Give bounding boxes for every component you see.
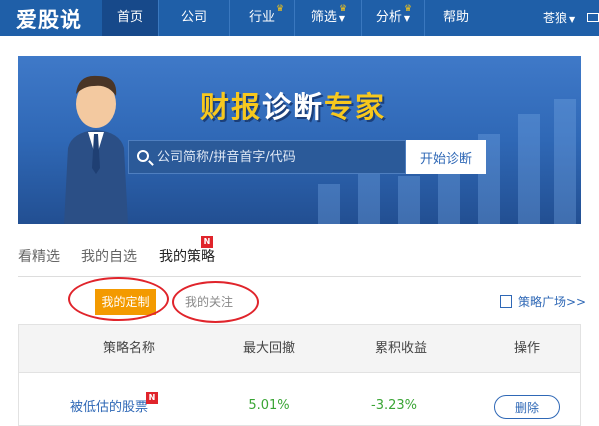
- tab-label: 我的策略: [159, 249, 215, 265]
- chevron-down-icon: ▼: [403, 14, 411, 23]
- banner-title: 财报诊断专家: [200, 84, 386, 126]
- nav-item-label: 行业: [248, 10, 275, 25]
- username: 苍狼: [543, 11, 568, 25]
- plaza-label: 策略广场>>: [518, 295, 587, 309]
- banner-bar: [398, 176, 420, 224]
- table-header: 策略名称 最大回撤 累积收益 操作: [19, 325, 580, 373]
- start-diagnosis-button[interactable]: 开始诊断: [406, 140, 486, 174]
- user-menu[interactable]: 苍狼 ▼: [543, 0, 575, 38]
- top-nav: 爱股说 首页 公司 行业 ♛ 筛选 ▼ ♛ 分析 ▼ ♛ 帮助 苍狼 ▼: [0, 0, 599, 36]
- strategy-name-link[interactable]: 被低估的股票: [59, 398, 159, 418]
- strategy-table: 策略名称 最大回撤 累积收益 操作 被低估的股票 N 5.01% -3.23% …: [18, 324, 581, 426]
- search-icon: [137, 150, 149, 162]
- nav-item-help[interactable]: 帮助: [425, 0, 487, 36]
- new-badge: N: [146, 392, 158, 404]
- diagnosis-banner: 财报诊断专家 开始诊断: [18, 56, 581, 224]
- crown-icon: ♛: [339, 4, 348, 14]
- nav-item-company[interactable]: 公司: [159, 0, 229, 36]
- column-header: 操作: [513, 341, 540, 356]
- banner-title-part: 诊断: [262, 90, 325, 124]
- nav-item-analysis[interactable]: 分析 ▼ ♛: [362, 0, 424, 36]
- nav-item-label: 帮助: [442, 10, 469, 25]
- crown-icon: ♛: [276, 4, 285, 14]
- banner-bar: [318, 184, 340, 224]
- nav-item-home[interactable]: 首页: [102, 0, 158, 36]
- nav-item-filter[interactable]: 筛选 ▼ ♛: [295, 0, 361, 36]
- chevron-down-icon: ▼: [338, 14, 346, 23]
- search-box: [128, 140, 406, 174]
- red-circle-annotation: [68, 277, 169, 321]
- tab-my-strategies[interactable]: 我的策略: [159, 247, 215, 267]
- tab-featured[interactable]: 看精选: [18, 247, 60, 267]
- banner-title-part: 专家: [324, 90, 387, 124]
- nav-item-label: 首页: [116, 10, 143, 25]
- crown-icon: ♛: [404, 4, 413, 14]
- delete-button[interactable]: 删除: [494, 395, 560, 419]
- column-header: 最大回撤: [242, 341, 295, 356]
- site-logo[interactable]: 爱股说: [16, 4, 82, 34]
- strategy-plaza-link[interactable]: 策略广场>>: [500, 294, 586, 310]
- new-badge: N: [201, 236, 213, 248]
- tab-my-watchlist[interactable]: 我的自选: [81, 247, 137, 267]
- nav-item-label: 分析: [375, 10, 402, 25]
- banner-bar: [358, 169, 380, 224]
- red-circle-annotation: [172, 281, 259, 323]
- search-input[interactable]: [157, 141, 402, 173]
- column-header: 累积收益: [374, 341, 427, 356]
- banner-title-part: 财报: [200, 90, 263, 124]
- nav-item-label: 筛选: [310, 10, 337, 25]
- banner-bar: [554, 99, 576, 224]
- strategy-tabs: 看精选 我的自选 我的策略 N: [18, 236, 581, 277]
- nav-item-industry[interactable]: 行业 ♛: [230, 0, 294, 36]
- businessman-illustration: [64, 75, 128, 224]
- mail-icon[interactable]: [587, 13, 599, 22]
- max-drawdown-value: 5.01%: [248, 398, 290, 413]
- list-icon: [500, 295, 512, 308]
- column-header: 策略名称: [102, 341, 155, 356]
- banner-bar: [518, 114, 540, 224]
- cumulative-return-value: -3.23%: [371, 398, 417, 413]
- chevron-down-icon: ▼: [569, 15, 576, 24]
- nav-item-label: 公司: [180, 10, 207, 25]
